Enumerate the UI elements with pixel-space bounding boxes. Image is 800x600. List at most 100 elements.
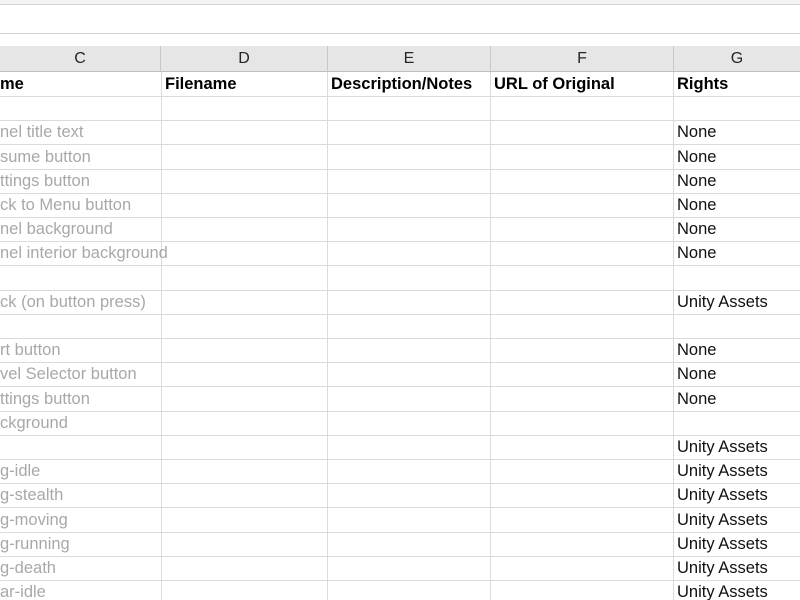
cell-url[interactable] (491, 217, 674, 242)
cell-rights[interactable]: None (674, 241, 800, 265)
cell-rights[interactable]: Unity Assets (674, 290, 800, 314)
cell-description[interactable] (328, 120, 491, 145)
cell-name[interactable] (0, 435, 161, 459)
cell-filename[interactable] (161, 338, 328, 363)
cell-url[interactable] (491, 314, 674, 338)
cell-filename[interactable] (161, 386, 328, 411)
cell-filename[interactable] (161, 362, 328, 387)
cell-url[interactable] (491, 144, 674, 169)
cell-filename[interactable] (161, 483, 328, 508)
cell-rights[interactable] (674, 314, 800, 338)
cell-url[interactable] (491, 338, 674, 363)
cell-description[interactable] (328, 507, 491, 532)
cell-description[interactable] (328, 168, 491, 193)
cell-description[interactable] (328, 289, 491, 314)
cell-url[interactable] (491, 531, 674, 556)
cell-url[interactable] (491, 410, 674, 435)
cell-name[interactable]: ar-idle (0, 580, 161, 600)
header-cell-rights[interactable]: Rights (674, 72, 800, 96)
cell-description[interactable] (328, 314, 491, 338)
cell-filename[interactable] (161, 120, 328, 145)
cell-description[interactable] (328, 531, 491, 556)
cell-name[interactable] (0, 314, 161, 338)
cell-url[interactable] (491, 386, 674, 411)
cell-description[interactable] (328, 193, 491, 217)
cell-name[interactable]: nel background (0, 217, 161, 241)
cell-filename[interactable] (161, 435, 328, 459)
cell-description[interactable] (328, 459, 491, 484)
cell-url[interactable] (491, 168, 674, 193)
cell-url[interactable] (491, 580, 674, 600)
header-cell-url[interactable]: URL of Original (491, 72, 674, 96)
cell-url[interactable] (491, 193, 674, 217)
cell-description[interactable] (328, 144, 491, 169)
cell-url[interactable] (491, 507, 674, 532)
cell-filename[interactable] (161, 314, 328, 338)
cell-filename[interactable] (161, 410, 328, 435)
cell-description[interactable] (328, 265, 491, 290)
cell-filename[interactable] (161, 265, 328, 290)
column-header-d[interactable]: D (161, 46, 328, 71)
cell-rights[interactable]: Unity Assets (674, 435, 800, 459)
cell-name[interactable]: g-moving (0, 508, 161, 532)
cell-name[interactable]: nel interior background (0, 241, 168, 265)
cell-url[interactable] (491, 435, 674, 459)
cell-rights[interactable] (674, 96, 800, 120)
cell-rights[interactable]: Unity Assets (674, 556, 800, 580)
cell-rights[interactable]: None (674, 338, 800, 362)
cell-filename[interactable] (161, 580, 328, 600)
cell-rights[interactable]: Unity Assets (674, 459, 800, 483)
cell-filename[interactable] (161, 531, 328, 556)
column-header-f[interactable]: F (491, 46, 674, 71)
cell-name[interactable]: g-stealth (0, 483, 161, 507)
cell-filename[interactable] (161, 144, 328, 169)
cell-description[interactable] (328, 338, 491, 363)
cell-name[interactable]: g-running (0, 532, 161, 556)
cell-rights[interactable]: Unity Assets (674, 580, 800, 600)
cell-name[interactable]: g-idle (0, 459, 161, 483)
cell-filename[interactable] (161, 459, 328, 484)
cell-description[interactable] (328, 556, 491, 580)
cell-rights[interactable]: None (674, 387, 800, 411)
cell-rights[interactable]: None (674, 362, 800, 386)
cell-name[interactable]: ck to Menu button (0, 193, 161, 217)
header-cell-name[interactable]: me (0, 72, 161, 96)
cell-description[interactable] (328, 241, 491, 266)
cell-name[interactable]: ttings button (0, 387, 161, 411)
cell-filename[interactable] (161, 241, 328, 266)
cell-name[interactable]: vel Selector button (0, 362, 161, 386)
cell-filename[interactable] (161, 289, 328, 314)
cell-rights[interactable]: None (674, 145, 800, 169)
cell-name[interactable]: ttings button (0, 169, 161, 193)
cell-url[interactable] (491, 483, 674, 508)
cell-description[interactable] (328, 96, 491, 121)
cell-rights[interactable]: None (674, 169, 800, 193)
cell-description[interactable] (328, 483, 491, 508)
cell-rights[interactable]: None (674, 193, 800, 217)
cell-description[interactable] (328, 362, 491, 387)
cell-rights[interactable]: Unity Assets (674, 508, 800, 532)
cell-url[interactable] (491, 289, 674, 314)
cell-name[interactable] (0, 266, 161, 290)
cell-rights[interactable] (674, 266, 800, 290)
header-cell-filename[interactable]: Filename (161, 72, 328, 96)
cell-filename[interactable] (161, 193, 328, 217)
column-header-c[interactable]: C (0, 46, 161, 71)
cell-filename[interactable] (161, 556, 328, 580)
formula-bar[interactable] (0, 5, 800, 34)
cell-url[interactable] (491, 556, 674, 580)
cell-filename[interactable] (161, 507, 328, 532)
cell-url[interactable] (491, 459, 674, 484)
cell-filename[interactable] (161, 217, 328, 242)
cell-description[interactable] (328, 386, 491, 411)
cell-rights[interactable]: None (674, 120, 800, 144)
cell-name[interactable]: ck (on button press) (0, 290, 161, 314)
cell-description[interactable] (328, 435, 491, 459)
column-header-g[interactable]: G (674, 46, 800, 71)
cell-rights[interactable]: Unity Assets (674, 483, 800, 507)
cell-filename[interactable] (161, 168, 328, 193)
cell-name[interactable] (0, 96, 161, 120)
cell-name[interactable]: g-death (0, 556, 161, 580)
cell-name[interactable]: ckground (0, 411, 161, 435)
cell-description[interactable] (328, 410, 491, 435)
